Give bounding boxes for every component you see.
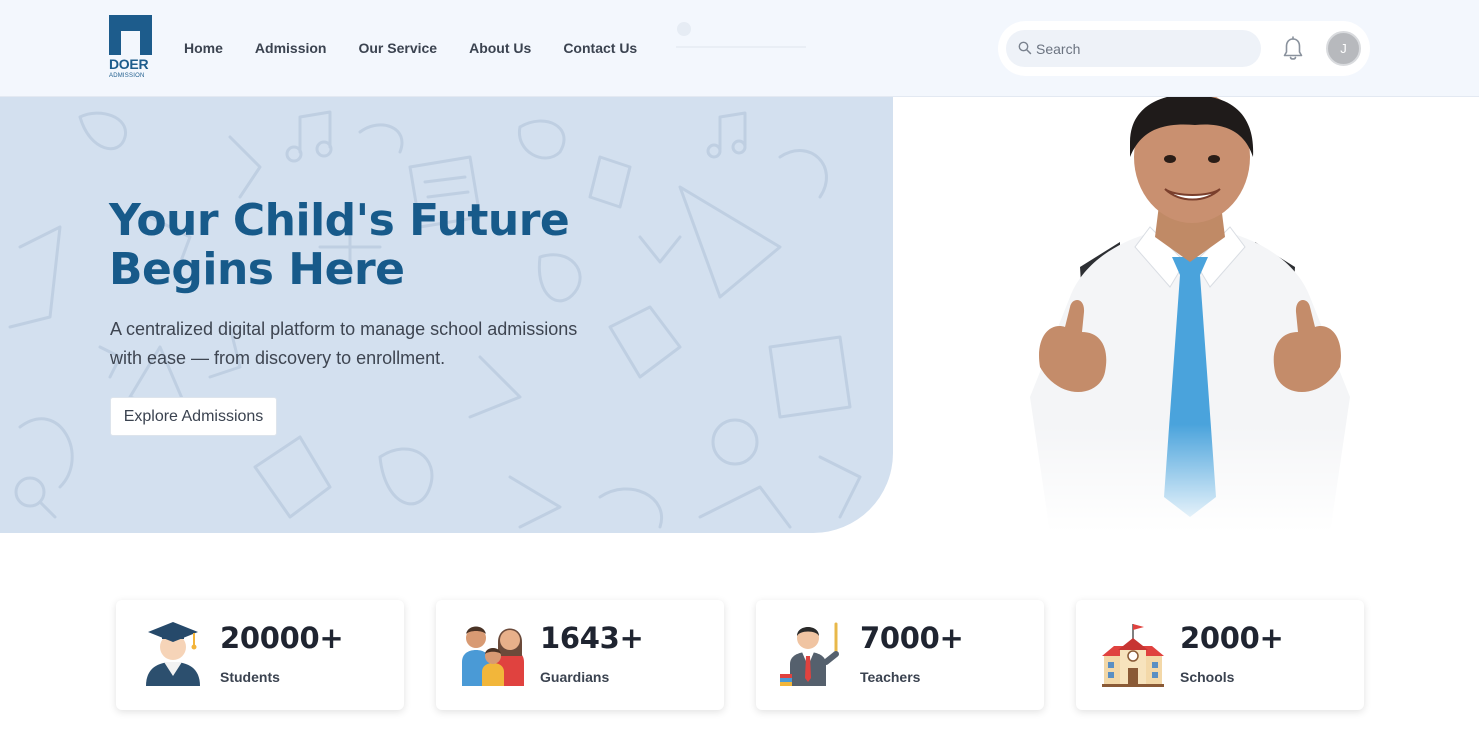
nav-our-service[interactable]: Our Service xyxy=(358,40,437,56)
stat-value: 2000+ xyxy=(1180,621,1284,655)
top-header: DOER ADMISSION Home Admission Our Servic… xyxy=(0,0,1479,97)
logo-mark-icon xyxy=(109,15,152,55)
search-input[interactable] xyxy=(1036,30,1251,67)
search-box xyxy=(1006,30,1261,67)
hero-title: Your Child's Future Begins Here xyxy=(109,195,570,295)
brand-name: DOER xyxy=(109,56,149,72)
stat-label: Teachers xyxy=(860,669,921,685)
search-icon xyxy=(1018,41,1032,55)
student-photo xyxy=(1010,97,1370,533)
stat-card-schools: 2000+ Schools xyxy=(1076,600,1364,710)
nav-contact-us[interactable]: Contact Us xyxy=(563,40,637,56)
stat-label: Schools xyxy=(1180,669,1235,685)
faded-overlay-divider xyxy=(676,46,806,48)
stat-card-students: 20000+ Students xyxy=(116,600,404,710)
brand-subtitle: ADMISSION xyxy=(109,73,145,79)
stat-value: 7000+ xyxy=(860,621,964,655)
faded-overlay-icon xyxy=(677,22,691,36)
main-nav: Home Admission Our Service About Us Cont… xyxy=(184,40,637,56)
teacher-icon xyxy=(780,622,839,686)
hero-description: A centralized digital platform to manage… xyxy=(110,319,578,368)
stat-card-guardians: 1643+ Guardians xyxy=(436,600,724,710)
nav-admission[interactable]: Admission xyxy=(255,40,327,56)
stat-label: Students xyxy=(220,669,280,685)
family-icon xyxy=(462,626,524,686)
stat-value: 1643+ xyxy=(540,621,644,655)
stats-section: 20000+ Students 1643+ Guardians 7000+ Te… xyxy=(116,600,1366,712)
brand-logo[interactable]: DOER ADMISSION xyxy=(109,15,155,83)
graduate-icon xyxy=(146,622,200,686)
school-building-icon xyxy=(1102,624,1164,687)
notification-bell-icon[interactable] xyxy=(1282,36,1304,62)
header-tools: J xyxy=(998,21,1370,76)
stat-label: Guardians xyxy=(540,669,610,685)
stat-card-teachers: 7000+ Teachers xyxy=(756,600,1044,710)
nav-home[interactable]: Home xyxy=(184,40,223,56)
user-avatar[interactable]: J xyxy=(1326,31,1361,66)
stat-value: 20000+ xyxy=(220,621,344,655)
nav-about-us[interactable]: About Us xyxy=(469,40,531,56)
explore-admissions-button[interactable]: Explore Admissions xyxy=(110,397,277,436)
